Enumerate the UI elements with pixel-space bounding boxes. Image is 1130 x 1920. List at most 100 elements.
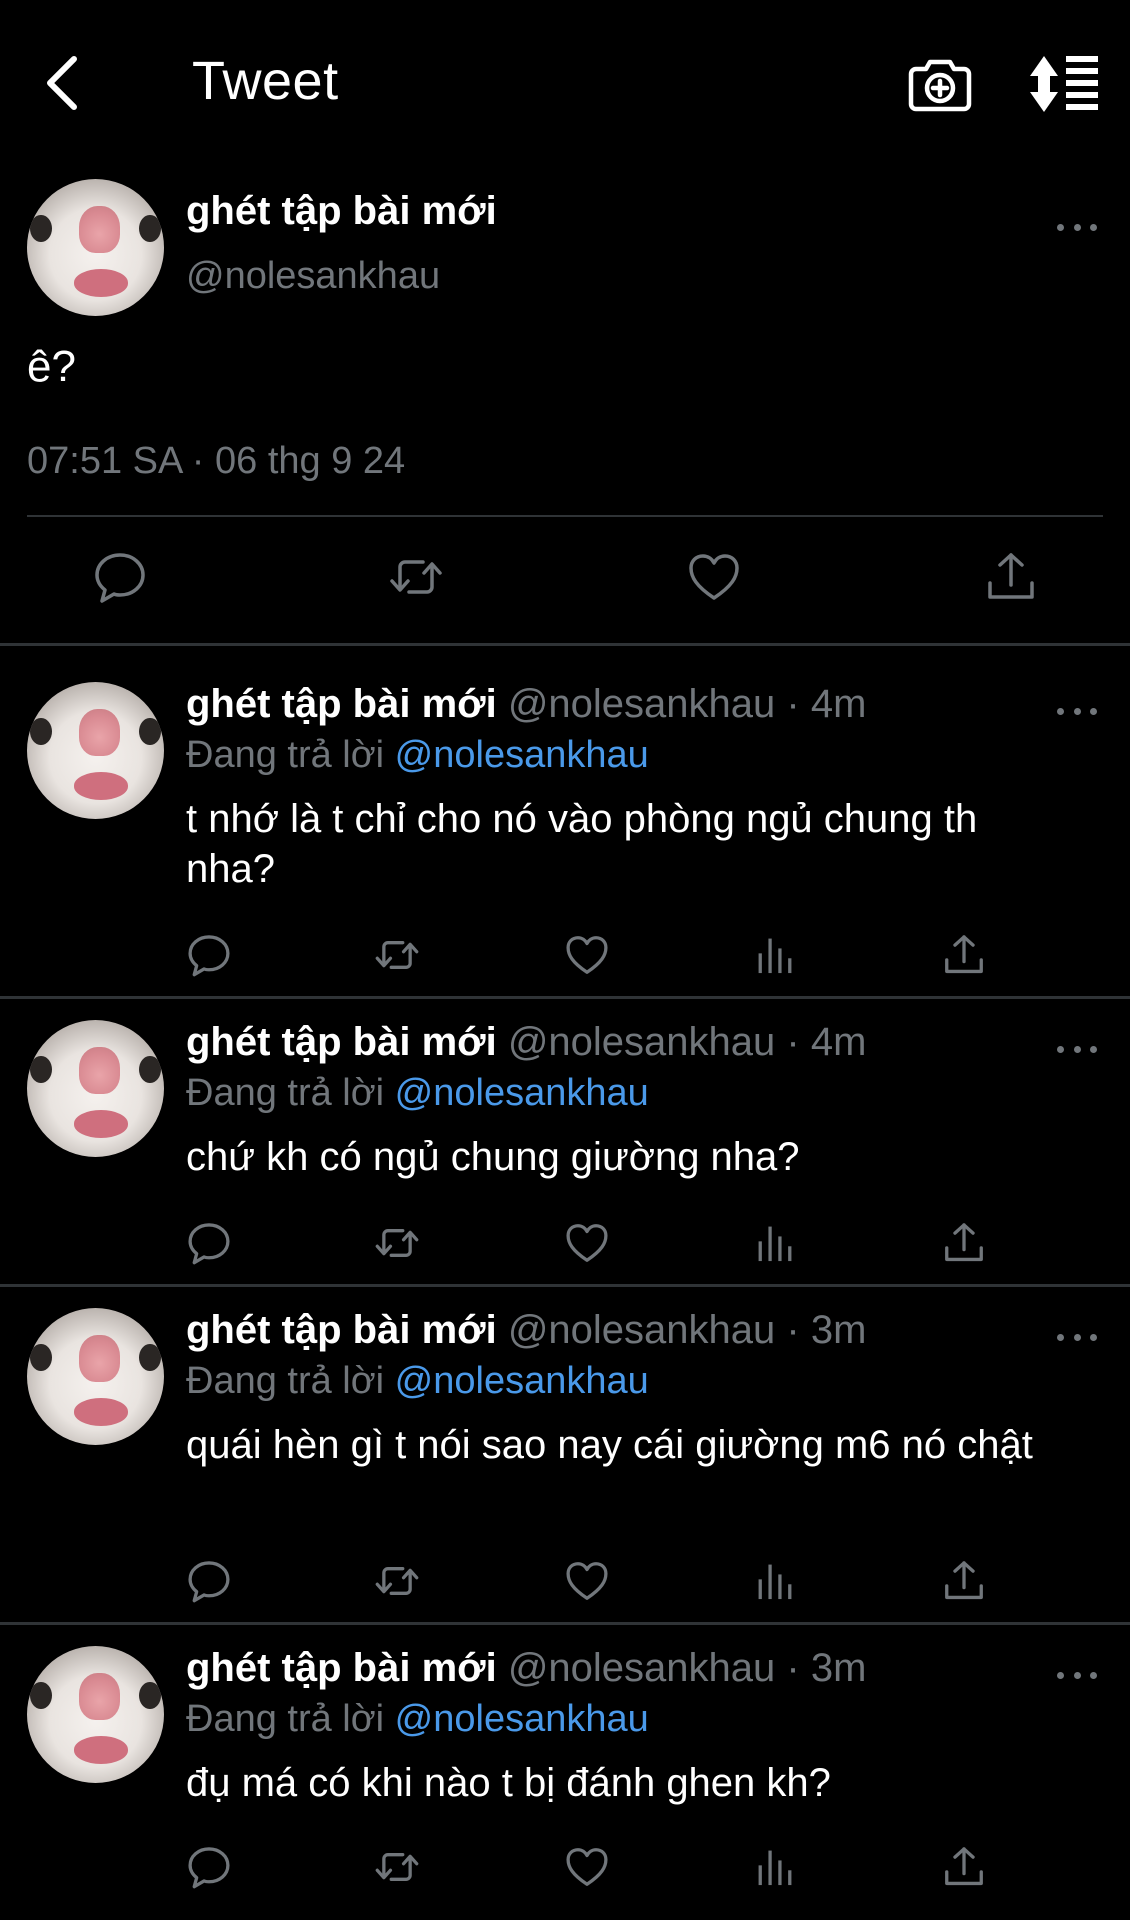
- replying-to: Đang trả lời @nolesankhau: [186, 1698, 649, 1741]
- share-button[interactable]: [941, 1844, 987, 1890]
- replying-to: Đang trả lời @nolesankhau: [186, 1072, 649, 1115]
- avatar[interactable]: [27, 682, 164, 819]
- user-handle[interactable]: @nolesankhau: [186, 255, 440, 298]
- mention-link[interactable]: @nolesankhau: [395, 1360, 649, 1402]
- bar-chart-icon: [758, 938, 792, 974]
- retweet-icon: [375, 941, 419, 969]
- avatar[interactable]: [27, 179, 164, 316]
- reply-icon: [188, 1561, 230, 1603]
- views-button[interactable]: [752, 1558, 798, 1604]
- reply-tweet[interactable]: ghét tập bài mới @nolesankhau · 3m Đang …: [0, 1646, 1130, 1906]
- reply-button[interactable]: [92, 549, 148, 605]
- bar-chart-icon: [758, 1226, 792, 1262]
- heart-icon: [566, 1224, 608, 1262]
- bar-chart-icon: [758, 1850, 792, 1886]
- main-tweet: ghét tập bài mới @nolesankhau ê? 07:51 S…: [0, 165, 1130, 645]
- share-button[interactable]: [941, 1558, 987, 1604]
- handle-time: @nolesankhau · 4m: [507, 682, 867, 726]
- mention-link[interactable]: @nolesankhau: [395, 734, 649, 776]
- share-button[interactable]: [983, 549, 1039, 605]
- display-name[interactable]: ghét tập bài mới: [186, 1646, 497, 1690]
- avatar[interactable]: [27, 1020, 164, 1157]
- mention-link[interactable]: @nolesankhau: [395, 1072, 649, 1114]
- reply-tweet[interactable]: ghét tập bài mới @nolesankhau · 4m Đang …: [0, 1020, 1130, 1280]
- tweet-timestamp: 07:51 SA · 06 thg 9 24: [27, 440, 406, 482]
- more-options-icon[interactable]: [1057, 1327, 1097, 1347]
- retweet-button[interactable]: [374, 932, 420, 978]
- reply-button[interactable]: [186, 1844, 232, 1890]
- like-button[interactable]: [564, 1558, 610, 1604]
- divider: [0, 1622, 1130, 1625]
- replying-to-label: Đang trả lời: [186, 1698, 385, 1740]
- tweet-actions: [0, 932, 1130, 980]
- divider: [0, 996, 1130, 999]
- share-button[interactable]: [941, 932, 987, 978]
- reply-button[interactable]: [186, 1220, 232, 1266]
- sort-button[interactable]: [1030, 52, 1100, 116]
- share-button[interactable]: [941, 1220, 987, 1266]
- reply-tweet[interactable]: ghét tập bài mới @nolesankhau · 4m Đang …: [0, 682, 1130, 992]
- views-button[interactable]: [752, 1844, 798, 1890]
- tweet-text: t nhớ là t chỉ cho nó vào phòng ngủ chun…: [186, 797, 978, 891]
- handle-time: @nolesankhau · 3m: [507, 1646, 867, 1690]
- display-name[interactable]: ghét tập bài mới: [186, 1308, 497, 1352]
- share-icon: [945, 1847, 983, 1886]
- like-button[interactable]: [564, 1844, 610, 1890]
- more-options-icon[interactable]: [1057, 217, 1097, 237]
- retweet-icon: [375, 1229, 419, 1257]
- heart-icon: [689, 554, 739, 600]
- tweet-text: chứ kh có ngủ chung giường nha?: [186, 1135, 800, 1179]
- display-name[interactable]: ghét tập bài mới: [186, 1020, 497, 1064]
- retweet-button[interactable]: [374, 1844, 420, 1890]
- replying-to-label: Đang trả lời: [186, 734, 385, 776]
- reply-icon: [188, 935, 230, 977]
- mention-link[interactable]: @nolesankhau: [395, 1698, 649, 1740]
- avatar[interactable]: [27, 1308, 164, 1445]
- more-options-icon[interactable]: [1057, 1039, 1097, 1059]
- replying-to-label: Đang trả lời: [186, 1072, 385, 1114]
- retweet-button[interactable]: [374, 1558, 420, 1604]
- divider: [0, 1284, 1130, 1287]
- reply-header: ghét tập bài mới @nolesankhau · 3m: [186, 1308, 866, 1353]
- divider: [0, 643, 1130, 646]
- handle-time: @nolesankhau · 4m: [507, 1020, 867, 1064]
- more-options-icon[interactable]: [1057, 701, 1097, 721]
- retweet-icon: [375, 1567, 419, 1595]
- bar-chart-icon: [758, 1564, 792, 1600]
- reply-tweet[interactable]: ghét tập bài mới @nolesankhau · 3m Đang …: [0, 1308, 1130, 1618]
- display-name[interactable]: ghét tập bài mới: [186, 189, 497, 234]
- reply-icon: [188, 1223, 230, 1265]
- top-bar: Tweet: [0, 0, 1130, 165]
- retweet-button[interactable]: [374, 1220, 420, 1266]
- tweet-actions: [0, 1844, 1130, 1892]
- more-options-icon[interactable]: [1057, 1665, 1097, 1685]
- page-title: Tweet: [192, 51, 339, 111]
- reply-button[interactable]: [186, 1558, 232, 1604]
- back-button[interactable]: [34, 50, 90, 116]
- tweet-detail-page: Tweet ghét tập bài mới @nolesankhau ê? 0…: [0, 0, 1130, 1920]
- retweet-icon: [390, 560, 442, 594]
- avatar[interactable]: [27, 1646, 164, 1783]
- replying-to-label: Đang trả lời: [186, 1360, 385, 1402]
- camera-plus-icon: [908, 59, 972, 112]
- like-button[interactable]: [564, 932, 610, 978]
- replying-to: Đang trả lời @nolesankhau: [186, 1360, 649, 1403]
- retweet-button[interactable]: [388, 549, 444, 605]
- reply-icon: [95, 553, 145, 603]
- views-button[interactable]: [752, 932, 798, 978]
- reply-header: ghét tập bài mới @nolesankhau · 4m: [186, 1020, 866, 1065]
- handle-time: @nolesankhau · 3m: [507, 1308, 867, 1352]
- chevron-left-icon: [47, 56, 77, 110]
- tweet-text: quái hèn gì t nói sao nay cái giường m6 …: [186, 1423, 1033, 1467]
- reply-button[interactable]: [186, 932, 232, 978]
- camera-button[interactable]: [908, 52, 972, 116]
- like-button[interactable]: [564, 1220, 610, 1266]
- tweet-actions: [0, 1558, 1130, 1606]
- tweet-actions: [0, 1220, 1130, 1268]
- views-button[interactable]: [752, 1220, 798, 1266]
- heart-icon: [566, 1848, 608, 1886]
- display-name[interactable]: ghét tập bài mới: [186, 682, 497, 726]
- like-button[interactable]: [686, 549, 742, 605]
- share-icon: [945, 1223, 983, 1262]
- replying-to: Đang trả lời @nolesankhau: [186, 734, 649, 777]
